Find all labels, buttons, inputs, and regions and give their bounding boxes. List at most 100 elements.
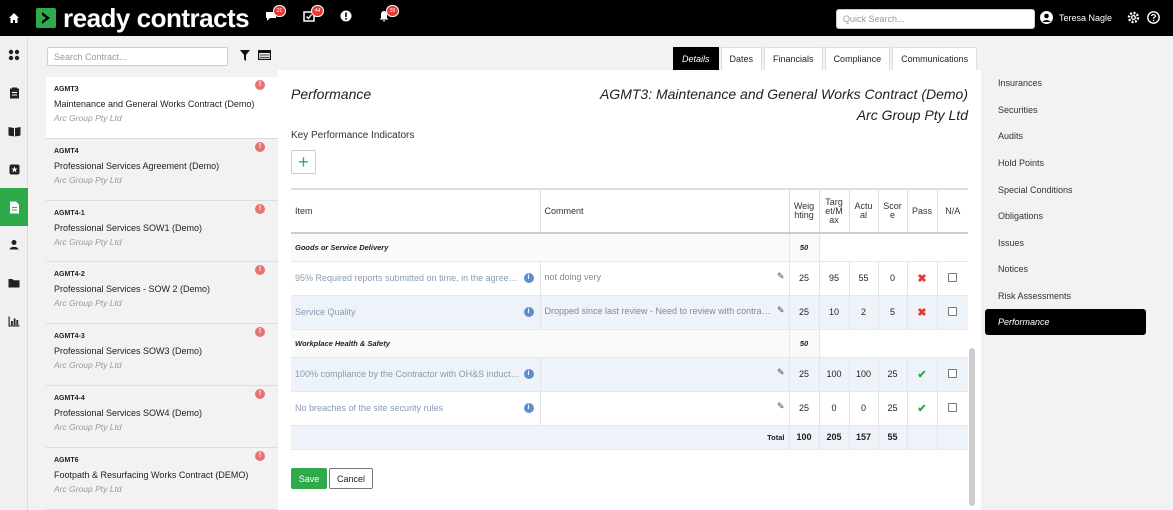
table-view-button[interactable] <box>258 50 272 62</box>
kpi-target: 0 <box>819 391 850 426</box>
add-kpi-button[interactable]: + <box>291 150 316 174</box>
kpi-table: Item Comment Weig hting Targ et/M ax Act… <box>291 188 968 450</box>
contract-search-input[interactable] <box>47 47 228 66</box>
edit-pencil-icon[interactable]: ✎ <box>777 401 785 412</box>
edit-pencil-icon[interactable]: ✎ <box>777 305 785 316</box>
kpi-actual: 0 <box>849 391 879 426</box>
contract-list-item[interactable]: AGMT4 Professional Services Agreement (D… <box>46 138 278 201</box>
nav-dashboard[interactable] <box>0 36 28 74</box>
contract-company-title: Arc Group Pty Ltd <box>856 107 968 123</box>
save-button[interactable]: Save <box>291 468 327 489</box>
section-securities[interactable]: Securities <box>985 97 1165 124</box>
na-checkbox[interactable] <box>948 306 958 316</box>
kpi-item[interactable]: Service Quality i <box>291 295 541 330</box>
kpi-comment[interactable]: Dropped since last review - Need to revi… <box>540 295 790 330</box>
col-pass: Pass <box>907 188 938 234</box>
total-label: Total <box>291 425 790 450</box>
kpi-item[interactable]: 100% compliance by the Contractor with O… <box>291 357 541 392</box>
na-checkbox[interactable] <box>948 272 958 282</box>
section-risk-assessments[interactable]: Risk Assessments <box>985 283 1165 310</box>
right-section-nav: Insurances Securities Audits Hold Points… <box>985 70 1165 336</box>
info-icon[interactable]: i <box>523 273 534 283</box>
section-hold-points[interactable]: Hold Points <box>985 150 1165 177</box>
nav-people[interactable] <box>0 226 28 264</box>
contract-list-item[interactable]: AGMT3 Maintenance and General Works Cont… <box>46 77 278 139</box>
contract-company: Arc Group Pty Ltd <box>54 113 122 123</box>
contract-code: AGMT4-3 <box>54 333 85 341</box>
contract-list-item[interactable]: AGMT4-4 Professional Services SOW4 (Demo… <box>46 385 278 448</box>
nav-compliance[interactable] <box>0 150 28 188</box>
na-checkbox[interactable] <box>948 368 958 378</box>
info-icon[interactable]: i <box>523 307 534 317</box>
total-row: Total 100 205 157 55 <box>291 425 968 450</box>
kpi-weighting: 25 <box>789 261 820 296</box>
notifications-button[interactable]: 39 <box>378 5 399 24</box>
table-header-row: Item Comment Weig hting Targ et/M ax Act… <box>291 188 968 234</box>
folder-icon <box>8 279 20 288</box>
edit-pencil-icon[interactable]: ✎ <box>777 271 785 282</box>
home-button[interactable] <box>0 12 28 24</box>
info-icon[interactable]: i <box>523 403 534 413</box>
quick-search-input[interactable] <box>836 9 1035 29</box>
scrollbar[interactable] <box>969 348 975 506</box>
warning-icon: ! <box>255 450 265 461</box>
edit-pencil-icon[interactable]: ✎ <box>777 367 785 378</box>
kpi-comment[interactable]: ✎ <box>540 391 790 426</box>
app-logo[interactable]: ready contracts <box>36 5 250 31</box>
contract-company: Arc Group Pty Ltd <box>54 236 122 247</box>
contract-list-item[interactable]: AGMT4-3 Professional Services SOW3 (Demo… <box>46 324 278 386</box>
contract-list-item[interactable]: AGMT6 Footpath & Resurfacing Works Contr… <box>46 447 278 510</box>
contract-code: AGMT6 <box>54 456 79 464</box>
section-obligations[interactable]: Obligations <box>985 203 1165 230</box>
contract-company: Arc Group Pty Ltd <box>54 421 122 432</box>
tasks-button[interactable]: 44 <box>303 5 324 24</box>
question-circle-icon <box>1147 11 1160 24</box>
section-insurances[interactable]: Insurances <box>985 70 1165 97</box>
pass-cell: ✖ <box>907 295 938 330</box>
kpi-item[interactable]: No breaches of the site security rules i <box>291 391 541 426</box>
total-actual: 157 <box>849 425 879 450</box>
alert-button[interactable] <box>340 10 352 24</box>
col-comment: Comment <box>540 188 790 234</box>
section-notices[interactable]: Notices <box>985 256 1165 283</box>
na-cell <box>937 357 968 392</box>
group-weight: 50 <box>789 329 820 358</box>
tab-dates[interactable]: Dates <box>720 47 763 70</box>
section-issues[interactable]: Issues <box>985 230 1165 257</box>
tab-compliance[interactable]: Compliance <box>824 47 891 70</box>
left-icon-nav <box>0 36 28 510</box>
help-button[interactable] <box>1147 11 1160 26</box>
messages-button[interactable]: 21 <box>265 5 286 24</box>
nav-reports[interactable] <box>0 302 28 340</box>
tab-financials[interactable]: Financials <box>764 47 823 70</box>
kpi-score: 5 <box>878 295 908 330</box>
nav-contracts[interactable] <box>0 74 28 112</box>
kpi-item[interactable]: 95% Required reports submitted on time, … <box>291 261 541 296</box>
contract-list-item[interactable]: AGMT4-2 Professional Services - SOW 2 (D… <box>46 262 278 325</box>
settings-button[interactable] <box>1127 11 1140 26</box>
na-checkbox[interactable] <box>948 402 958 412</box>
nav-library[interactable] <box>0 112 28 150</box>
filter-button[interactable] <box>240 50 250 63</box>
kpi-target: 100 <box>819 357 850 392</box>
document-icon <box>9 201 19 213</box>
tab-communications[interactable]: Communications <box>892 47 978 70</box>
nav-documents[interactable] <box>0 188 28 226</box>
detail-tabs: Details Dates Financials Compliance Comm… <box>673 47 979 70</box>
contract-code: AGMT4 <box>54 147 79 155</box>
user-menu[interactable]: Teresa Nagle <box>1040 11 1112 24</box>
section-special-conditions[interactable]: Special Conditions <box>985 176 1165 203</box>
kpi-comment[interactable]: ✎ <box>540 357 790 392</box>
contract-company: Arc Group Pty Ltd <box>54 360 122 371</box>
contract-company: Arc Group Pty Ltd <box>54 298 122 309</box>
tab-details[interactable]: Details <box>673 47 719 70</box>
contract-title: AGMT3: Maintenance and General Works Con… <box>599 86 968 102</box>
contract-list-item[interactable]: AGMT4-1 Professional Services SOW1 (Demo… <box>46 200 278 263</box>
section-performance[interactable]: Performance <box>985 309 1146 336</box>
gear-icon <box>1127 11 1140 24</box>
cancel-button[interactable]: Cancel <box>329 468 373 489</box>
info-icon[interactable]: i <box>523 369 534 379</box>
section-audits[interactable]: Audits <box>985 123 1165 150</box>
nav-folders[interactable] <box>0 264 28 302</box>
kpi-comment[interactable]: not doing very ✎ <box>540 261 790 296</box>
